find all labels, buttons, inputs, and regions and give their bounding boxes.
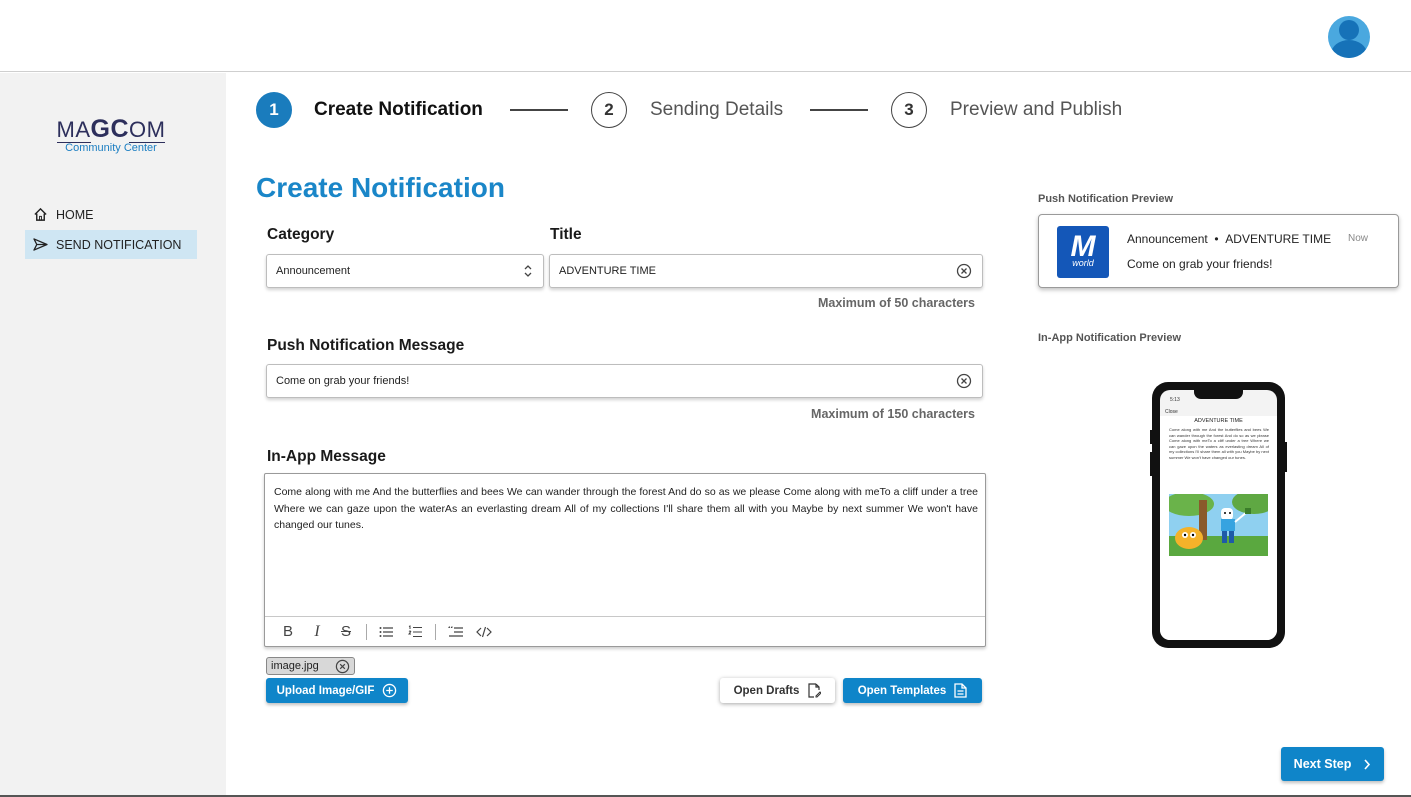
title-value: ADVENTURE TIME	[559, 265, 656, 277]
category-value: Announcement	[276, 265, 350, 277]
templates-button-label: Open Templates	[857, 684, 947, 697]
next-step-button[interactable]: Next Step	[1281, 747, 1384, 781]
title-input[interactable]: ADVENTURE TIME	[549, 254, 983, 288]
logo: MAGCOM Community Center	[40, 115, 182, 154]
push-message-label: Push Notification Message	[267, 337, 465, 354]
sidebar-item-label: SEND NOTIFICATION	[56, 237, 182, 252]
remove-attachment-icon[interactable]	[335, 659, 350, 674]
push-preview-label: Push Notification Preview	[1038, 193, 1174, 205]
phone-close-label: Close	[1165, 409, 1178, 415]
category-select[interactable]: Announcement	[266, 254, 544, 288]
code-icon[interactable]	[473, 621, 495, 643]
title-label: Title	[550, 226, 582, 243]
sidebar-item-home[interactable]: HOME	[25, 200, 197, 229]
page-title: Create Notification	[256, 172, 505, 203]
home-icon	[34, 207, 47, 221]
inapp-preview-title: ADVENTURE TIME	[1194, 418, 1243, 424]
push-preview-time: Now	[1347, 233, 1368, 244]
select-arrows-icon	[524, 265, 532, 277]
editor-toolbar: B I S	[265, 616, 985, 646]
step-connector	[510, 109, 568, 111]
next-step-label: Next Step	[1293, 757, 1352, 771]
step-1-circle: 1	[256, 92, 292, 128]
category-label: Category	[267, 226, 335, 243]
step-3-label: Preview and Publish	[950, 99, 1123, 120]
phone-mockup: 5:13 Close ADVENTURE TIME Come along wit…	[1150, 382, 1287, 648]
inapp-message-text[interactable]: Come along with me And the butterflies a…	[274, 484, 978, 534]
push-preview-header: Announcement • ADVENTURE TIME	[1127, 232, 1332, 246]
sidebar-item-send-notification[interactable]: SEND NOTIFICATION	[25, 230, 197, 259]
clear-icon[interactable]	[956, 373, 972, 389]
upload-button-label: Upload Image/GIF	[276, 684, 375, 697]
sidebar-item-label: HOME	[56, 207, 94, 222]
user-avatar-icon[interactable]	[1328, 16, 1370, 58]
push-notification-preview: M world Announcement • ADVENTURE TIME No…	[1038, 214, 1399, 288]
toolbar-divider	[435, 623, 436, 640]
logo-wordmark: MAGCOM	[56, 115, 166, 143]
sidebar: MAGCOM Community Center HOME SEND NOTIFI…	[0, 73, 226, 797]
send-icon	[33, 238, 48, 251]
push-message-input[interactable]: Come on grab your friends!	[266, 364, 983, 398]
step-2-label: Sending Details	[650, 99, 784, 120]
add-circle-icon	[383, 683, 397, 698]
open-drafts-button[interactable]: Open Drafts	[720, 678, 835, 703]
title-char-hint: Maximum of 50 characters	[817, 296, 975, 310]
inapp-preview-label: In-App Notification Preview	[1038, 332, 1182, 344]
phone-status-time: 5:13	[1170, 397, 1180, 403]
inapp-message-editor[interactable]: Come along with me And the butterflies a…	[264, 473, 986, 647]
push-message-value: Come on grab your friends!	[276, 375, 410, 387]
clear-icon[interactable]	[956, 263, 972, 279]
step-connector	[810, 109, 868, 111]
step-3-circle: 3	[891, 92, 927, 128]
inapp-message-label: In-App Message	[267, 448, 386, 465]
inapp-preview-text: Come along with me And the butterflies a…	[1169, 427, 1269, 460]
push-preview-message: Come on grab your friends!	[1127, 257, 1273, 271]
attachment-filename: image.jpg	[271, 660, 319, 672]
edit-document-icon	[808, 683, 822, 698]
open-templates-button[interactable]: Open Templates	[843, 678, 982, 703]
push-char-hint: Maximum of 150 characters	[811, 407, 975, 421]
italic-icon[interactable]: I	[306, 621, 328, 643]
document-icon	[954, 683, 967, 698]
attachment-chip: image.jpg	[266, 657, 355, 675]
top-bar	[0, 0, 1411, 72]
step-1-label: Create Notification	[314, 99, 483, 120]
bold-icon[interactable]: B	[277, 621, 299, 643]
blockquote-icon[interactable]	[444, 621, 466, 643]
inapp-preview-sheet: ADVENTURE TIME Come along with me And th…	[1160, 416, 1277, 640]
phone-screen: 5:13 Close ADVENTURE TIME Come along wit…	[1160, 390, 1277, 640]
step-2-circle: 2	[591, 92, 627, 128]
numbered-list-icon[interactable]	[404, 621, 426, 643]
inapp-preview-image	[1169, 494, 1268, 556]
upload-image-button[interactable]: Upload Image/GIF	[266, 678, 408, 703]
strikethrough-icon[interactable]: S	[335, 621, 357, 643]
bullet-list-icon[interactable]	[375, 621, 397, 643]
chevron-right-icon	[1364, 758, 1371, 770]
app-logo-icon: M world	[1057, 226, 1109, 278]
drafts-button-label: Open Drafts	[733, 684, 800, 697]
toolbar-divider	[366, 623, 367, 640]
